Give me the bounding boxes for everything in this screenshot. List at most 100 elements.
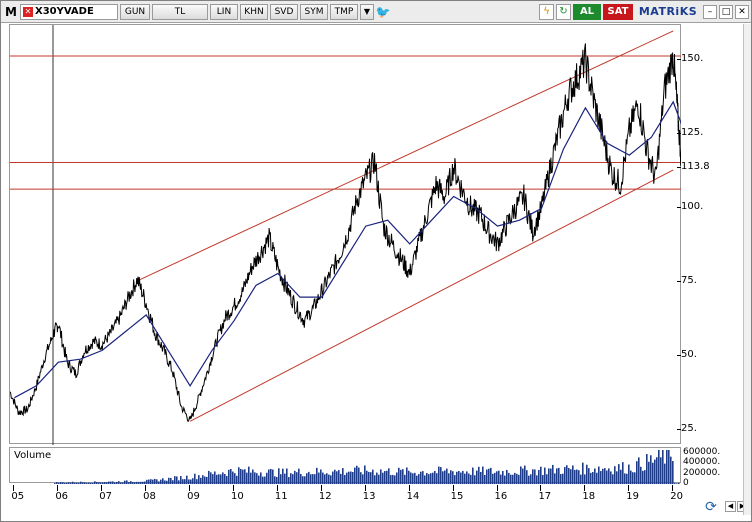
volume-bar xyxy=(184,479,186,484)
volume-bar xyxy=(140,481,142,484)
volume-chart-svg xyxy=(54,450,680,484)
buy-button[interactable]: AL xyxy=(573,3,601,20)
volume-bar xyxy=(576,469,578,484)
currency-button[interactable]: TL xyxy=(152,3,208,20)
volume-bar xyxy=(416,475,418,484)
template-button[interactable]: TMP xyxy=(330,3,358,20)
volume-bar xyxy=(216,474,218,484)
sell-button[interactable]: SAT xyxy=(603,3,633,20)
volume-bar xyxy=(468,473,470,484)
volume-title: Volume xyxy=(14,450,52,461)
svd-button[interactable]: SVD xyxy=(270,3,298,20)
date-axis-label: 06 xyxy=(55,491,69,502)
volume-bar xyxy=(514,472,516,484)
volume-bar xyxy=(568,468,570,484)
volume-bar xyxy=(280,474,282,484)
minimize-icon[interactable]: – xyxy=(703,4,717,19)
price-axis-tick xyxy=(677,207,681,209)
volume-bar xyxy=(142,481,144,484)
volume-bar xyxy=(124,480,126,484)
volume-bar xyxy=(308,471,310,484)
price-axis-label: 125. xyxy=(681,127,704,139)
volume-bar xyxy=(574,469,576,484)
volume-bar xyxy=(260,472,262,484)
volume-bar xyxy=(200,477,202,484)
price-axis-label: 113.8 xyxy=(681,160,710,172)
volume-bar xyxy=(266,472,268,484)
volume-bar xyxy=(548,468,550,484)
volume-bar xyxy=(584,474,586,484)
volume-bar xyxy=(524,465,526,484)
date-axis-label: 17 xyxy=(538,491,552,502)
volume-bar xyxy=(88,482,90,484)
volume-bar xyxy=(400,469,402,484)
volume-bar xyxy=(510,474,512,484)
volume-bar xyxy=(154,478,156,484)
volume-bar xyxy=(244,469,246,484)
volume-bar xyxy=(238,467,240,484)
period-button[interactable]: GUN xyxy=(120,3,150,20)
volume-bar xyxy=(192,478,194,484)
volume-bar xyxy=(236,475,238,484)
symbol-selector[interactable]: ✕ X30YVADE xyxy=(20,3,118,20)
volume-bar xyxy=(488,468,490,484)
scroll-left-icon[interactable]: ◀ xyxy=(725,501,736,512)
volume-bar xyxy=(94,481,96,484)
twitter-icon[interactable]: 🐦 xyxy=(376,4,391,20)
volume-bar xyxy=(104,482,106,484)
brand-logo: MATRiKS xyxy=(638,4,698,18)
volume-bar xyxy=(418,474,420,484)
volume-bar xyxy=(92,482,94,484)
vertical-scrollbar[interactable] xyxy=(743,24,751,515)
volume-bar xyxy=(294,470,296,484)
template-dropdown-icon[interactable]: ▼ xyxy=(360,3,374,20)
volume-bar xyxy=(554,473,556,484)
volume-bar xyxy=(408,470,410,484)
volume-bar xyxy=(596,472,598,484)
volume-bar xyxy=(318,472,320,484)
volume-bar xyxy=(214,471,216,484)
symbol-button[interactable]: SYM xyxy=(300,3,328,20)
volume-bar xyxy=(196,479,198,484)
volume-bar xyxy=(460,472,462,484)
volume-bar xyxy=(262,476,264,484)
khn-button[interactable]: KHN xyxy=(240,3,268,20)
volume-chart[interactable]: Volume xyxy=(9,447,681,484)
sync-icon[interactable]: ↻ xyxy=(556,3,571,20)
volume-bar xyxy=(632,472,634,484)
maximize-icon[interactable]: □ xyxy=(719,4,733,19)
volume-bar xyxy=(390,475,392,484)
volume-bar xyxy=(366,470,368,484)
date-axis-label: 11 xyxy=(274,491,288,502)
refresh-icon[interactable]: ⟳ xyxy=(701,498,721,516)
volume-bar xyxy=(386,470,388,484)
volume-bar xyxy=(634,472,636,484)
price-axis-tick xyxy=(677,166,681,168)
volume-bar xyxy=(560,474,562,484)
lightning-icon[interactable]: ϟ xyxy=(539,3,554,20)
volume-bar xyxy=(638,457,640,484)
volume-bar xyxy=(76,482,78,484)
price-axis-label: 100. xyxy=(681,201,704,213)
volume-bar xyxy=(420,471,422,484)
volume-bar xyxy=(362,474,364,484)
volume-bar xyxy=(108,481,110,484)
volume-bar xyxy=(542,475,544,484)
linear-scale-button[interactable]: LIN xyxy=(210,3,238,20)
close-icon[interactable]: ✕ xyxy=(735,4,749,19)
close-symbol-icon[interactable]: ✕ xyxy=(23,6,33,17)
volume-bar xyxy=(134,482,136,484)
volume-bar xyxy=(218,474,220,484)
menu-button[interactable]: M xyxy=(4,4,18,20)
volume-bar xyxy=(188,479,190,484)
volume-bar xyxy=(338,470,340,484)
volume-bar xyxy=(480,471,482,484)
volume-bar xyxy=(234,473,236,484)
volume-bar xyxy=(62,482,64,484)
volume-bar xyxy=(210,472,212,484)
volume-bar xyxy=(618,464,620,484)
price-chart[interactable] xyxy=(9,24,683,445)
volume-bar xyxy=(78,482,80,484)
volume-bar xyxy=(186,475,188,484)
volume-bar xyxy=(198,475,200,484)
